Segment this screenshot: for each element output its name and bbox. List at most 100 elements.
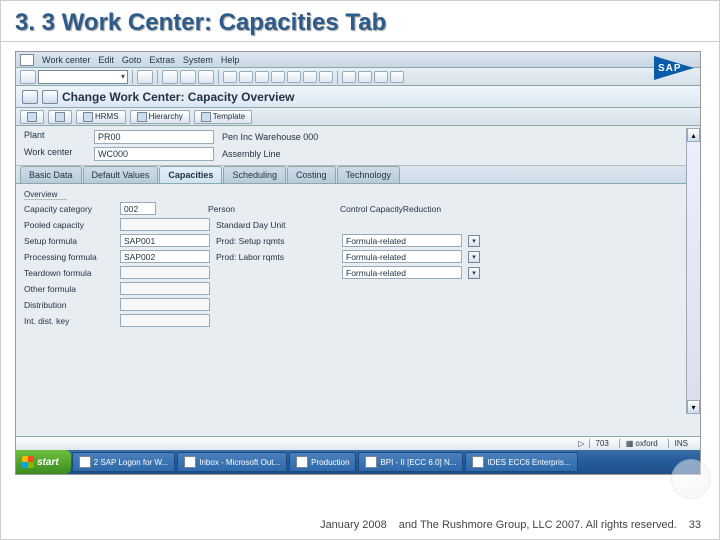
dropdown-icon[interactable]: ▾ [468,251,480,263]
tab-strip: Basic Data Default Values Capacities Sch… [16,166,700,184]
hierarchy-button[interactable]: Hierarchy [130,110,190,124]
workcenter-label: Work center [24,147,94,161]
vertical-scrollbar[interactable]: ▴ ▾ [686,128,700,414]
row-setup-formula[interactable]: SAP001 [120,234,210,247]
menu-help[interactable]: Help [221,55,240,65]
capacity-category-label: Capacity category [24,204,114,214]
plant-label: Plant [24,130,94,144]
save-icon[interactable] [137,70,153,84]
tab-technology[interactable]: Technology [337,166,401,183]
row-processing-formula[interactable]: SAP002 [120,250,210,263]
taskbar-item-outlook[interactable]: Inbox - Microsoft Out... [177,452,287,472]
row-setup-label: Setup formula [24,236,114,246]
footer-copyright: and The Rushmore Group, LLC 2007. All ri… [399,519,677,531]
row-setup-desc: Prod: Setup rqmts [216,236,336,246]
dropdown-icon[interactable]: ▾ [468,267,480,279]
windows-taskbar: start 2 SAP Logon for W... Inbox - Micro… [16,450,700,474]
menu-bar: Work center Edit Goto Extras System Help [16,52,700,68]
cancel-icon[interactable] [198,70,214,84]
blank-area [16,333,700,443]
application-toolbar: HRMS Hierarchy Template [16,108,700,126]
sap-application-window: SAP Work center Edit Goto Extras System … [15,51,701,475]
workcenter-field[interactable]: WC000 [94,147,214,161]
command-field[interactable]: ▾ [38,70,128,84]
tab-capacities[interactable]: Capacities [159,166,222,183]
screen-title-bar: Change Work Center: Capacity Overview [16,86,700,108]
overview-label: Overview [24,190,67,200]
row-pooled-label: Pooled capacity [24,220,114,230]
title-icon [22,90,38,104]
footer-date: January 2008 [320,519,387,531]
back-icon[interactable] [162,70,178,84]
menu-goto[interactable]: Goto [122,55,142,65]
window-menu-icon[interactable] [20,54,34,66]
title-icon-2 [42,90,58,104]
slide-decoration [671,459,711,499]
exit-icon[interactable] [180,70,196,84]
capacities-content: Overview Capacity category 002 Person Co… [16,184,700,333]
tab-default-values[interactable]: Default Values [83,166,159,183]
dropdown-icon[interactable]: ▾ [468,235,480,247]
status-server-icon: ▦ [626,439,634,448]
menu-edit[interactable]: Edit [98,55,114,65]
row-other-formula[interactable] [120,282,210,295]
enter-icon[interactable] [20,70,36,84]
row-intdist-formula[interactable] [120,314,210,327]
find-next-icon[interactable] [255,71,269,83]
status-bar: ▷ 703 ▦oxford INS [16,436,700,450]
first-page-icon[interactable] [271,71,285,83]
taskbar-item-production[interactable]: Production [289,452,356,472]
help-icon[interactable] [374,71,388,83]
next-page-icon[interactable] [303,71,317,83]
menu-system[interactable]: System [183,55,213,65]
start-button[interactable]: start [16,450,71,474]
plant-field[interactable]: PR00 [94,130,214,144]
control-column-header: Control CapacityReduction [340,204,620,214]
row-processing-desc: Prod: Labor rqmts [216,252,336,262]
status-insert-mode: INS [668,439,694,448]
status-client: 703 [589,439,615,448]
row-processing-label: Processing formula [24,252,114,262]
hrms-button[interactable]: HRMS [76,110,126,124]
footer-page-number: 33 [689,519,701,531]
scroll-up-icon[interactable]: ▴ [687,128,700,142]
template-button[interactable]: Template [194,110,252,124]
capacity-category-name: Person [208,204,308,214]
plant-desc: Pen Inc Warehouse 000 [214,130,414,144]
sap-logo: SAP [654,54,694,82]
windows-logo-icon [22,456,34,468]
taskbar-item-bpi[interactable]: BPI - II [ECC 6.0] N... [358,452,463,472]
slide-footer: January 2008 and The Rushmore Group, LLC… [15,519,701,531]
slide-title: 3. 3 Work Center: Capacities Tab [1,1,719,42]
scroll-down-icon[interactable]: ▾ [687,400,700,414]
taskbar-item-ides[interactable]: IDES ECC6 Enterpris... [465,452,577,472]
row-processing-control[interactable]: Formula-related [342,250,462,263]
last-page-icon[interactable] [319,71,333,83]
tab-basic-data[interactable]: Basic Data [20,166,82,183]
row-distribution-formula[interactable] [120,298,210,311]
menu-extras[interactable]: Extras [149,55,175,65]
row-setup-control[interactable]: Formula-related [342,234,462,247]
shortcut-icon[interactable] [358,71,372,83]
row-pooled-formula[interactable] [120,218,210,231]
row-intdist-label: Int. dist. key [24,316,114,326]
prev-page-icon[interactable] [287,71,301,83]
tab-scheduling[interactable]: Scheduling [223,166,286,183]
capacity-category-code[interactable]: 002 [120,202,156,215]
taskbar-item-saplogon[interactable]: 2 SAP Logon for W... [72,452,176,472]
tab-costing[interactable]: Costing [287,166,336,183]
app-btn-left-2[interactable] [48,110,72,124]
print-icon[interactable] [223,71,237,83]
find-icon[interactable] [239,71,253,83]
status-arrow-icon: ▷ [578,439,584,448]
row-distribution-label: Distribution [24,300,114,310]
row-teardown-control[interactable]: Formula-related [342,266,462,279]
row-pooled-desc: Standard Day Unit [216,220,336,230]
row-teardown-formula[interactable] [120,266,210,279]
new-session-icon[interactable] [342,71,356,83]
row-teardown-label: Teardown formula [24,268,114,278]
status-server: oxford [635,439,657,448]
app-btn-left-1[interactable] [20,110,44,124]
layout-icon[interactable] [390,71,404,83]
menu-workcenter[interactable]: Work center [42,55,90,65]
